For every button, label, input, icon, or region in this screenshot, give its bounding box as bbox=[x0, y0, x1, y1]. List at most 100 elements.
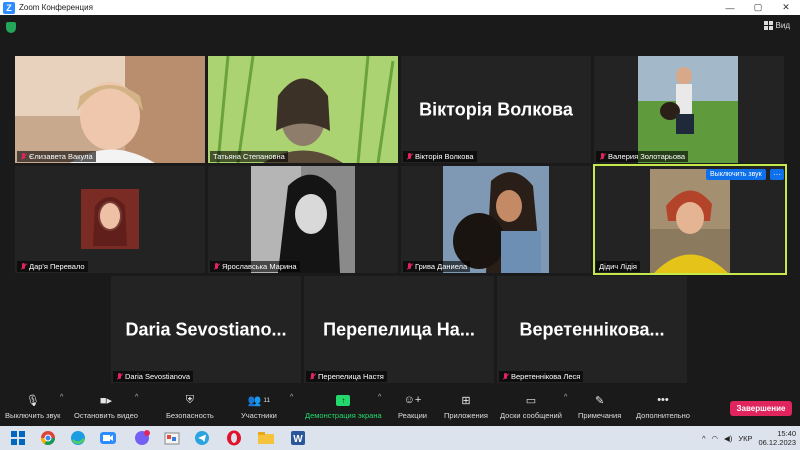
whiteboard-options-caret[interactable]: ^ bbox=[564, 394, 567, 401]
telegram-icon[interactable] bbox=[194, 430, 210, 446]
muted-mic-icon bbox=[502, 373, 509, 380]
encryption-shield-icon[interactable] bbox=[6, 22, 16, 33]
apps-button[interactable]: ⊞ Приложения bbox=[444, 392, 488, 421]
active-speaker-border bbox=[593, 164, 787, 275]
muted-mic-icon bbox=[406, 153, 413, 160]
video-options-caret[interactable]: ^ bbox=[135, 394, 138, 401]
mute-button[interactable]: 🎙 Выключить звук bbox=[5, 392, 60, 421]
participants-options-caret[interactable]: ^ bbox=[290, 394, 293, 401]
muted-mic-icon bbox=[20, 153, 27, 160]
maximize-button[interactable]: ▢ bbox=[744, 0, 772, 15]
muted-mic-icon bbox=[20, 263, 27, 270]
participant-name-label: Єлизавета Вакула bbox=[17, 151, 96, 162]
share-screen-button[interactable]: ↑ Демонстрация экрана bbox=[305, 392, 382, 420]
close-button[interactable]: ✕ bbox=[772, 0, 800, 15]
windows-start-icon[interactable] bbox=[10, 430, 26, 446]
viber-icon[interactable] bbox=[134, 430, 150, 446]
participants-icon: 👥 11 bbox=[247, 394, 271, 407]
muted-mic-icon bbox=[599, 153, 606, 160]
paint-icon[interactable] bbox=[164, 430, 180, 446]
chrome-icon[interactable] bbox=[40, 430, 56, 446]
participant-more-button[interactable]: ··· bbox=[770, 169, 784, 180]
share-screen-icon: ↑ bbox=[336, 394, 351, 406]
muted-mic-icon bbox=[309, 373, 316, 380]
reactions-button[interactable]: ☺+ Реакции bbox=[398, 392, 427, 420]
unmute-participant-button[interactable]: Выключить звук bbox=[706, 169, 766, 180]
participant-tile[interactable]: Вікторія Волкова Вікторія Волкова bbox=[401, 56, 591, 163]
word-icon[interactable]: W bbox=[290, 430, 306, 446]
zoom-window: Z Zoom Конференция — ▢ ✕ Вид Єлизавета В… bbox=[0, 0, 800, 450]
volume-icon[interactable]: ◀) bbox=[724, 434, 732, 443]
participants-button[interactable]: 👥 11 Участники bbox=[241, 392, 277, 421]
window-title: Zoom Конференция bbox=[19, 3, 93, 12]
participants-count: 11 bbox=[263, 396, 271, 404]
stop-video-button[interactable]: ■▸ Остановить видео bbox=[74, 392, 138, 421]
participant-video bbox=[208, 56, 398, 163]
participant-name-label: Перепелица Настя bbox=[306, 371, 387, 382]
zoom-logo-icon: Z bbox=[3, 1, 15, 14]
reactions-icon: ☺+ bbox=[403, 394, 422, 406]
view-button[interactable]: Вид bbox=[763, 21, 790, 30]
participant-tile[interactable]: Дар'я Перевало bbox=[15, 166, 205, 273]
participant-video bbox=[251, 166, 355, 273]
file-explorer-icon[interactable] bbox=[258, 430, 274, 446]
keyboard-language[interactable]: УКР bbox=[738, 434, 752, 443]
edge-icon[interactable] bbox=[70, 430, 86, 446]
participant-big-name: Веретеннікова... bbox=[519, 319, 665, 339]
participant-name-label: Грива Даниела bbox=[403, 261, 471, 272]
muted-mic-icon bbox=[406, 263, 413, 270]
participant-name-label: Дар'я Перевало bbox=[17, 261, 88, 272]
participant-big-name: Вікторія Волкова bbox=[419, 99, 573, 119]
participant-big-name: Daria Sevostiano... bbox=[125, 319, 287, 339]
microphone-icon: 🎙 bbox=[25, 394, 40, 407]
system-tray: ^ ◠ ◀) УКР 15:40 06.12.2023 bbox=[702, 429, 796, 447]
title-bar: Z Zoom Конференция — ▢ ✕ bbox=[0, 0, 800, 15]
window-controls: — ▢ ✕ bbox=[716, 0, 800, 15]
participant-name-label: Татьяна Степановна bbox=[210, 151, 288, 162]
notes-button[interactable]: ✎ Примечания bbox=[578, 392, 621, 421]
participant-name-label: Ярославська Марина bbox=[210, 261, 300, 272]
grid-view-icon bbox=[763, 21, 773, 30]
minimize-button[interactable]: — bbox=[716, 0, 744, 15]
participant-tile[interactable]: Валерия Золотарьова bbox=[594, 56, 784, 163]
participant-name-label: Веретеннікова Леся bbox=[499, 371, 584, 382]
audio-options-caret[interactable]: ^ bbox=[60, 394, 63, 401]
participant-name-label: Daria Sevostianova bbox=[113, 371, 194, 382]
more-button[interactable]: ••• Дополнительно bbox=[636, 392, 690, 420]
participant-tile[interactable]: Єлизавета Вакула bbox=[15, 56, 205, 163]
more-dots-icon: ••• bbox=[657, 394, 669, 406]
security-button[interactable]: ⛨ Безопасность bbox=[166, 392, 214, 421]
participant-video bbox=[443, 166, 549, 273]
opera-icon[interactable] bbox=[226, 430, 242, 446]
participant-name-label: Вікторія Волкова bbox=[403, 151, 477, 162]
participant-tile[interactable]: Перепелица На... Перепелица Настя bbox=[304, 276, 494, 383]
participant-video bbox=[638, 56, 738, 163]
svg-text:W: W bbox=[293, 434, 303, 445]
participant-tile[interactable]: Татьяна Степановна bbox=[208, 56, 398, 163]
participant-name-label: Валерия Золотарьова bbox=[596, 151, 689, 162]
clock-time: 15:40 bbox=[777, 429, 796, 438]
share-options-caret[interactable]: ^ bbox=[378, 394, 381, 401]
participant-tile[interactable]: Ярославська Марина bbox=[208, 166, 398, 273]
participant-tile[interactable]: Грива Даниела bbox=[401, 166, 591, 273]
whiteboard-icon: ▭ bbox=[525, 394, 537, 407]
meeting-top-bar: Вид bbox=[0, 15, 800, 39]
participant-big-name: Перепелица На... bbox=[323, 319, 475, 339]
muted-mic-icon bbox=[116, 373, 123, 380]
clock[interactable]: 15:40 06.12.2023 bbox=[758, 429, 796, 447]
apps-icon: ⊞ bbox=[461, 394, 471, 407]
muted-mic-icon bbox=[213, 263, 220, 270]
tray-overflow-icon[interactable]: ^ bbox=[702, 434, 706, 443]
view-label: Вид bbox=[775, 21, 790, 30]
end-meeting-button[interactable]: Завершение bbox=[730, 401, 792, 416]
notes-icon: ✎ bbox=[595, 394, 605, 407]
clock-date: 06.12.2023 bbox=[758, 438, 796, 447]
participant-tile[interactable]: Веретеннікова... Веретеннікова Леся bbox=[497, 276, 687, 383]
meeting-toolbar: 🎙 Выключить звук ^ ■▸ Остановить видео ^… bbox=[0, 390, 800, 426]
zoom-app-icon[interactable] bbox=[100, 430, 116, 446]
camera-icon: ■▸ bbox=[99, 394, 113, 407]
wifi-icon[interactable]: ◠ bbox=[712, 434, 719, 443]
participant-video bbox=[15, 56, 205, 163]
participant-tile[interactable]: Daria Sevostiano... Daria Sevostianova bbox=[111, 276, 301, 383]
whiteboards-button[interactable]: ▭ Доски сообщений bbox=[500, 392, 562, 421]
